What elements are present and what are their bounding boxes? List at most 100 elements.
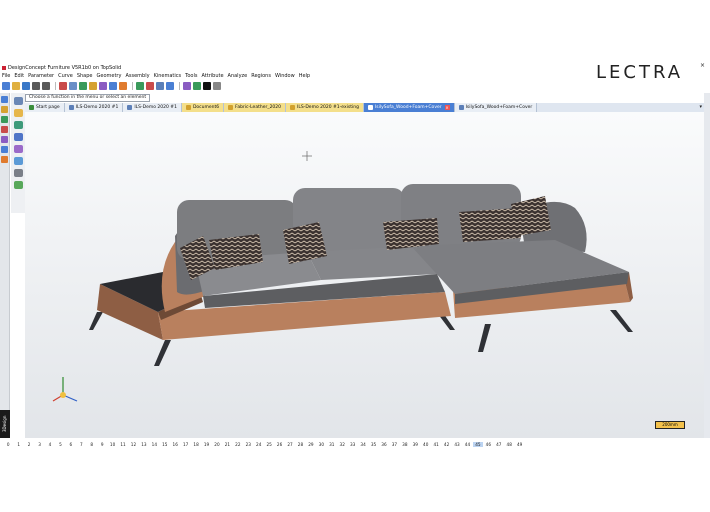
layer-number[interactable]: 46 [483, 442, 493, 447]
layer-number[interactable]: 48 [504, 442, 514, 447]
menu-kinematics[interactable]: Kinematics [154, 72, 182, 80]
layer-number[interactable]: 4 [45, 442, 55, 447]
layer-number[interactable]: 0 [3, 442, 13, 447]
layer-number[interactable]: 32 [337, 442, 347, 447]
menu-edit[interactable]: Edit [14, 72, 24, 80]
layer-number[interactable]: 18 [191, 442, 201, 447]
layer-number[interactable]: 23 [243, 442, 253, 447]
layer-number[interactable]: 9 [97, 442, 107, 447]
mesh-icon[interactable] [13, 169, 23, 177]
layer-number[interactable]: 49 [514, 442, 524, 447]
tools-icon[interactable] [109, 82, 117, 90]
layer-number[interactable]: 16 [170, 442, 180, 447]
assembly-tool-icon[interactable] [1, 156, 8, 163]
layer-number[interactable]: 19 [201, 442, 211, 447]
layer-number[interactable]: 14 [149, 442, 159, 447]
3d-viewport[interactable] [25, 112, 704, 438]
tab-5[interactable]: ILS-Demo 2020 #1-existing [286, 103, 364, 112]
color-tool-icon[interactable] [1, 136, 8, 143]
layer-number[interactable]: 34 [358, 442, 368, 447]
menu-tools[interactable]: Tools [185, 72, 197, 80]
material-tool-icon[interactable] [13, 145, 23, 153]
texture-icon[interactable] [13, 157, 23, 165]
geometry-icon[interactable] [89, 82, 97, 90]
menu-assembly[interactable]: Assembly [125, 72, 149, 80]
layer-number[interactable]: 8 [87, 442, 97, 447]
cursor-icon[interactable] [13, 97, 23, 105]
layer-number[interactable]: 10 [107, 442, 117, 447]
layer-number[interactable]: 27 [285, 442, 295, 447]
layer-number[interactable]: 45 [472, 441, 484, 447]
undo-icon[interactable] [32, 82, 40, 90]
menu-file[interactable]: File [2, 72, 10, 80]
surface-icon[interactable] [13, 121, 23, 129]
menu-analyze[interactable]: Analyze [228, 72, 248, 80]
view-icon[interactable] [166, 82, 174, 90]
cut-icon[interactable] [59, 82, 67, 90]
color-icon[interactable] [203, 82, 211, 90]
menu-regions[interactable]: Regions [251, 72, 271, 80]
layer-number[interactable]: 30 [316, 442, 326, 447]
layer-number[interactable]: 35 [368, 442, 378, 447]
tab-1[interactable]: ILS-Demo 2020 #1 [64, 103, 124, 112]
view-tool-icon[interactable] [1, 146, 8, 153]
layer-number[interactable]: 3 [34, 442, 44, 447]
render-icon[interactable] [146, 82, 154, 90]
layer-number[interactable]: 7 [76, 442, 86, 447]
layer-number[interactable]: 43 [452, 442, 462, 447]
material-icon[interactable] [193, 82, 201, 90]
close-tab-icon[interactable]: × [444, 105, 450, 110]
layer-number[interactable]: 21 [222, 442, 232, 447]
layer-number[interactable]: 24 [254, 442, 264, 447]
menu-window[interactable]: Window [275, 72, 295, 80]
layer-number[interactable]: 42 [441, 442, 451, 447]
menu-geometry[interactable]: Geometry [97, 72, 122, 80]
layer-number[interactable]: 25 [264, 442, 274, 447]
menu-shape[interactable]: Shape [77, 72, 93, 80]
layer-number[interactable]: 28 [295, 442, 305, 447]
layer-number[interactable]: 1 [13, 442, 23, 447]
close-icon[interactable]: × [700, 62, 705, 69]
layer-number[interactable]: 13 [139, 442, 149, 447]
tab-7[interactable]: IsilySofa_Wood+Foam+Cover [454, 103, 538, 112]
tab-2[interactable]: ILS-Demo 2020 #1 [123, 103, 182, 112]
redo-icon[interactable] [42, 82, 50, 90]
layer-number[interactable]: 12 [128, 442, 138, 447]
tab-0[interactable]: Start page [25, 103, 65, 112]
layer-number[interactable]: 6 [66, 442, 76, 447]
layer-number[interactable]: 29 [306, 442, 316, 447]
layer-number[interactable]: 26 [274, 442, 284, 447]
layer-number[interactable]: 5 [55, 442, 65, 447]
menu-help[interactable]: Help [299, 72, 310, 80]
layers-icon[interactable] [183, 82, 191, 90]
layer-number[interactable]: 40 [421, 442, 431, 447]
layer-number[interactable]: 44 [462, 442, 472, 447]
layer-number[interactable]: 2 [24, 442, 34, 447]
layer-number[interactable]: 38 [400, 442, 410, 447]
layer-number[interactable]: 11 [118, 442, 128, 447]
pencil-icon[interactable] [1, 106, 8, 113]
attribute-icon[interactable] [119, 82, 127, 90]
assembly-icon[interactable] [99, 82, 107, 90]
menu-curve[interactable]: Curve [58, 72, 73, 80]
measure-icon[interactable] [13, 181, 23, 189]
tabs-dropdown-icon[interactable]: ▾ [699, 103, 702, 112]
line-style-icon[interactable] [213, 82, 221, 90]
layer-number[interactable]: 22 [233, 442, 243, 447]
layer-number[interactable]: 36 [379, 442, 389, 447]
tab-3[interactable]: Document6 [181, 103, 225, 112]
menu-attribute[interactable]: Attribute [201, 72, 223, 80]
analyze-icon[interactable] [136, 82, 144, 90]
layer-number[interactable]: 31 [327, 442, 337, 447]
tab-4[interactable]: Fabric-Leather_2020 [224, 103, 287, 112]
layer-number[interactable]: 47 [494, 442, 504, 447]
curve-tool-icon[interactable] [1, 116, 8, 123]
solid-icon[interactable] [13, 133, 23, 141]
save-icon[interactable] [22, 82, 30, 90]
tab-6[interactable]: IsilySofa_Wood+Foam+Cover × [363, 103, 455, 112]
layer-number[interactable]: 37 [389, 442, 399, 447]
layer-number[interactable]: 15 [160, 442, 170, 447]
curve-icon[interactable] [69, 82, 77, 90]
select-icon[interactable] [1, 96, 8, 103]
layer-number[interactable]: 41 [431, 442, 441, 447]
